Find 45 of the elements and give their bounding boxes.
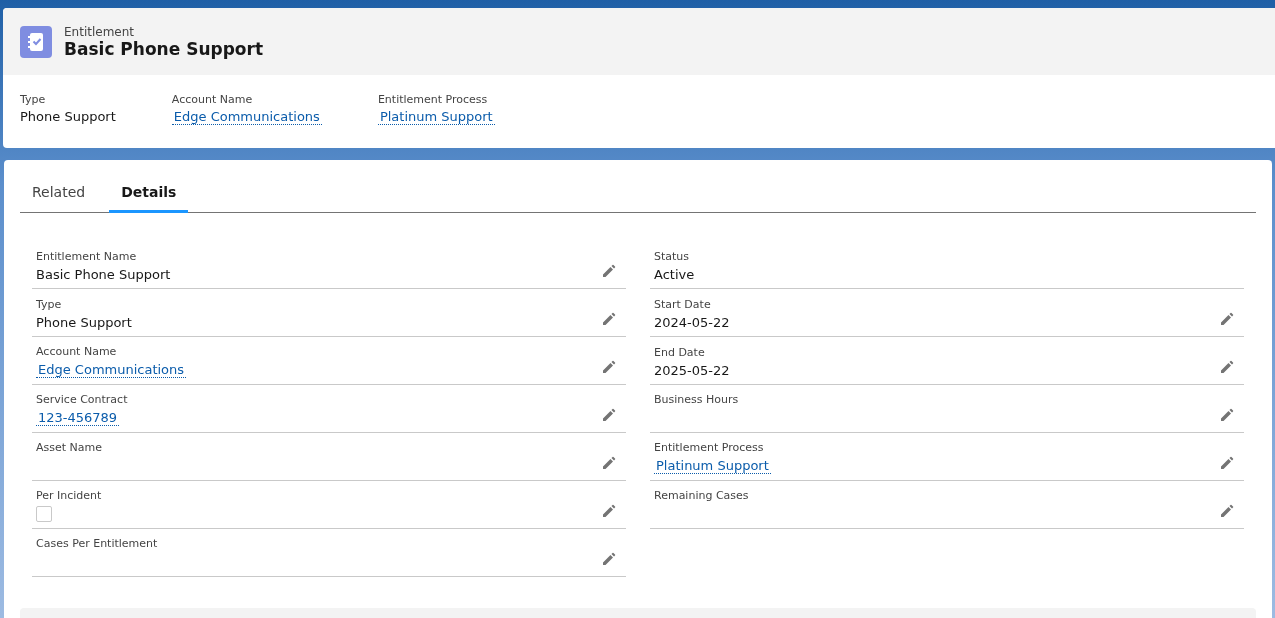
field-label: Start Date <box>654 298 711 311</box>
record-link[interactable]: Platinum Support <box>377 109 495 125</box>
pencil-icon[interactable] <box>602 408 616 422</box>
field-label: Account Name <box>36 345 117 358</box>
field-label: Cases Per Entitlement <box>36 537 158 550</box>
pencil-icon[interactable] <box>602 312 616 326</box>
tab[interactable]: Related <box>20 174 98 213</box>
pencil-icon[interactable] <box>602 264 616 278</box>
pencil-icon[interactable] <box>602 456 616 470</box>
field-label: Entitlement Process <box>377 93 488 106</box>
field-label: Type <box>36 298 62 311</box>
field-value: 2025-05-22 <box>654 363 730 378</box>
pencil-icon[interactable] <box>1220 456 1234 470</box>
pencil-icon[interactable] <box>1220 504 1234 518</box>
field-label: Type <box>20 93 46 106</box>
pencil-icon[interactable] <box>602 504 616 518</box>
pencil-icon[interactable] <box>602 360 616 374</box>
pencil-icon[interactable] <box>1220 360 1234 374</box>
pencil-icon[interactable] <box>602 552 616 566</box>
field-label: Service Contract <box>36 393 128 406</box>
record-link[interactable]: Edge Communications <box>36 362 187 378</box>
field-label: End Date <box>654 346 705 359</box>
pencil-icon[interactable] <box>1220 312 1234 326</box>
field-label: Account Name <box>171 93 253 106</box>
field-value: Phone Support <box>36 315 132 330</box>
field-value: Active <box>654 267 695 282</box>
field-value: Phone Support <box>20 109 116 124</box>
checkbox[interactable] <box>36 506 52 522</box>
field-label: Entitlement Name <box>36 250 137 263</box>
object-type-label: Entitlement <box>64 24 136 39</box>
pencil-icon[interactable] <box>1220 408 1234 422</box>
entitlement-icon <box>20 25 52 58</box>
field-value: Basic Phone Support <box>36 267 171 282</box>
record-title: Basic Phone Support <box>64 38 264 59</box>
field-label: Entitlement Process <box>654 441 764 454</box>
field-label: Per Incident <box>36 489 102 502</box>
field-label: Asset Name <box>36 441 103 454</box>
record-link[interactable]: 123-456789 <box>36 410 120 426</box>
field-label: Business Hours <box>654 393 739 406</box>
record-link[interactable]: Edge Communications <box>171 109 322 125</box>
field-label: Remaining Cases <box>654 489 749 502</box>
record-link[interactable]: Platinum Support <box>654 458 771 474</box>
tab[interactable]: Details <box>109 174 189 213</box>
field-label: Status <box>654 250 690 263</box>
field-value: 2024-05-22 <box>654 315 730 330</box>
